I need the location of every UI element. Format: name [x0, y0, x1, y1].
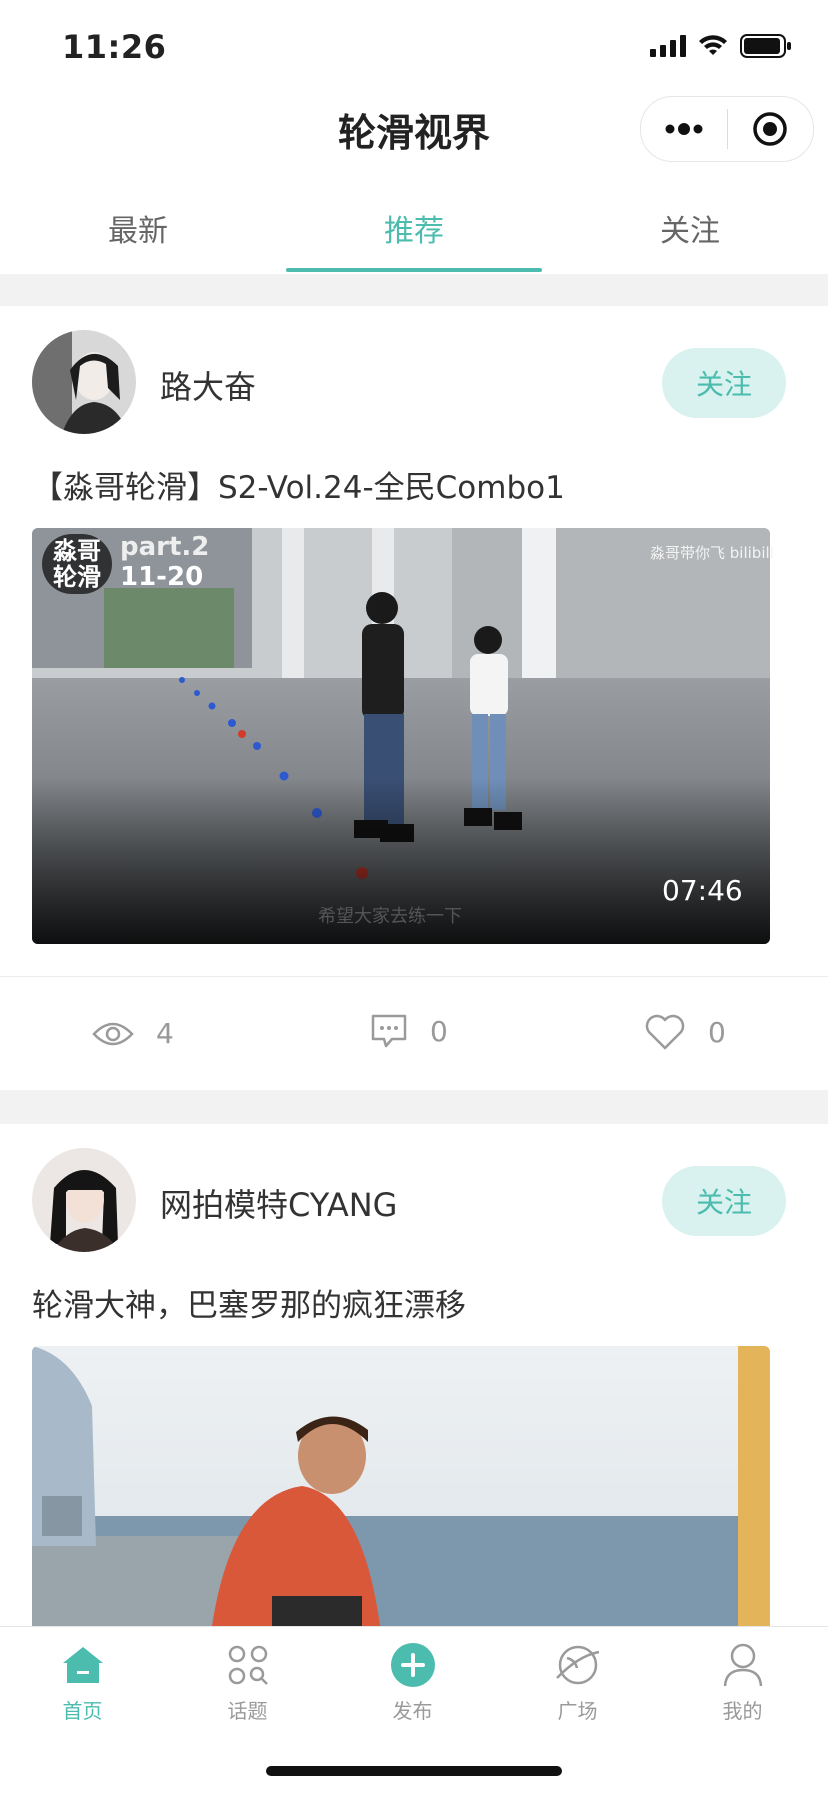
avatar[interactable] [32, 1148, 136, 1252]
post-stats: 4 0 0 [0, 976, 828, 1089]
tabbar-square[interactable]: 广场 [495, 1637, 660, 1724]
avatar[interactable] [32, 330, 136, 434]
post-author[interactable]: 网拍模特CYANG [160, 1180, 397, 1226]
section-divider [0, 274, 828, 306]
comments-count: 0 [430, 1014, 448, 1048]
status-icons [650, 34, 792, 58]
tab-recommended[interactable]: 推荐 [276, 206, 552, 250]
eye-icon [92, 1022, 134, 1045]
more-button[interactable] [641, 97, 727, 161]
tabbar-topics-label: 话题 [227, 1699, 268, 1723]
views-count: 4 [156, 1017, 174, 1050]
tabbar-home[interactable]: 首页 [0, 1637, 165, 1724]
battery-icon [740, 34, 791, 58]
channel-logo-text: 淼哥轮滑 [53, 537, 101, 591]
publish-plus-icon [390, 1643, 435, 1687]
video-duration: 07:46 [662, 874, 743, 907]
post-title[interactable]: 轮滑大神，巴塞罗那的疯狂漂移 [32, 1280, 466, 1325]
tabbar-topics[interactable]: 话题 [165, 1637, 330, 1724]
active-tab-indicator [286, 268, 542, 272]
comments-stat[interactable]: 0 [370, 1013, 448, 1049]
video-subtitle: 希望大家去练一下 [318, 906, 462, 927]
video-thumbnail[interactable] [32, 1346, 770, 1626]
tabbar-home-label: 首页 [62, 1699, 103, 1723]
overlay-part: part.2 [120, 532, 210, 562]
tab-following[interactable]: 关注 [552, 206, 828, 250]
home-indicator [266, 1766, 562, 1776]
follow-button[interactable]: 关注 [662, 348, 786, 418]
topics-icon [228, 1645, 268, 1685]
section-divider [0, 1090, 828, 1124]
close-miniprogram-button[interactable] [728, 97, 814, 161]
tabbar-publish[interactable]: 发布 [330, 1637, 495, 1724]
tab-latest[interactable]: 最新 [0, 206, 276, 250]
overlay-date: 11-20 [120, 562, 204, 592]
status-time: 11:26 [62, 28, 167, 66]
post-author[interactable]: 路大奋 [160, 362, 256, 408]
home-icon [62, 1647, 103, 1683]
views-stat: 4 [92, 1017, 174, 1050]
planet-icon [555, 1645, 599, 1685]
follow-button[interactable]: 关注 [662, 1166, 786, 1236]
comment-icon [371, 1014, 407, 1048]
tabbar-profile[interactable]: 我的 [660, 1637, 825, 1724]
tabbar-publish-label: 发布 [392, 1699, 433, 1723]
signal-icon [650, 35, 686, 57]
post-title[interactable]: 【淼哥轮滑】S2-Vol.24-全民Combo1 [32, 462, 565, 507]
more-dots-icon [665, 123, 703, 135]
tabbar-square-label: 广场 [557, 1699, 598, 1723]
heart-icon [645, 1014, 685, 1050]
likes-stat[interactable]: 0 [644, 1013, 726, 1051]
likes-count: 0 [708, 1015, 726, 1049]
target-circle-icon [753, 112, 787, 146]
video-watermark: 淼哥带你飞 bilibili [650, 544, 774, 562]
feed-tabs: 最新 推荐 关注 [0, 196, 828, 274]
wifi-icon [699, 35, 727, 55]
profile-icon [723, 1643, 762, 1687]
mini-program-capsule [640, 96, 814, 162]
tabbar-profile-label: 我的 [722, 1699, 763, 1723]
